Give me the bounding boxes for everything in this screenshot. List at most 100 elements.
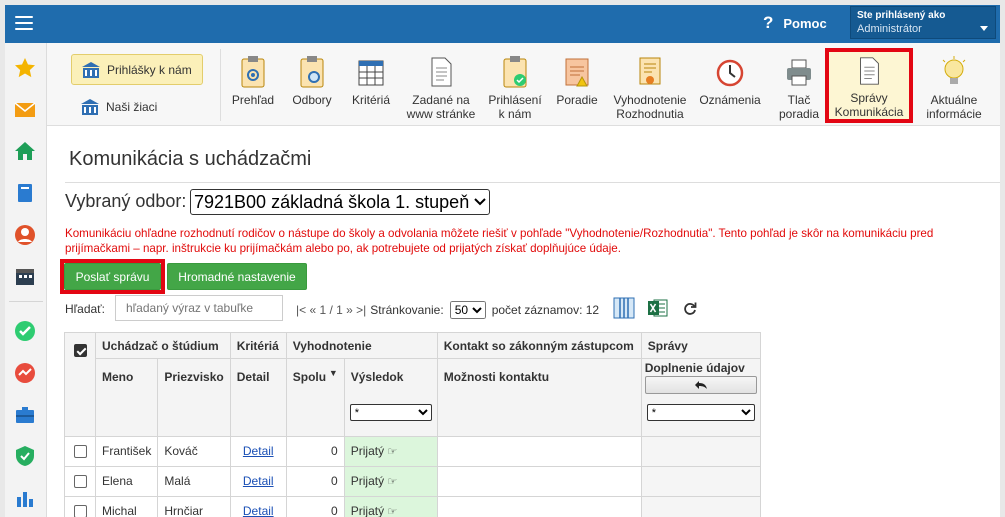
row-checkbox[interactable] (73, 475, 87, 489)
pagination: |< « 1 / 1 » >| Stránkovanie: 50 počet z… (296, 301, 599, 319)
user-icon[interactable] (13, 223, 37, 247)
branch-select[interactable]: 7921B00 základná škola 1. stupeň (190, 189, 490, 215)
menu-icon[interactable] (15, 16, 33, 30)
cell-detail: Detail (229, 435, 287, 467)
tool-branches[interactable]: Odbory (287, 47, 337, 123)
row-select-cell (64, 465, 96, 497)
check-circle-icon[interactable] (13, 319, 37, 343)
cell-completion (640, 435, 761, 467)
result-filter-cell: * (343, 394, 438, 437)
applications-label: Prihlášky k nám (107, 62, 192, 77)
pagination-label: Stránkovanie: (370, 303, 444, 317)
page-title: Komunikácia s uchádzačmi (69, 148, 312, 170)
tool-website[interactable]: Zadané na www stránke (402, 47, 480, 123)
column-header-result[interactable]: Výsledok (343, 358, 438, 394)
tool-current-info[interactable]: Aktuálne informácie (919, 47, 989, 123)
cell-result: Prijatý ☞ (343, 435, 438, 467)
certificate-icon (639, 57, 661, 85)
tool-label: Kritériá (351, 93, 390, 107)
reply-button[interactable] (644, 376, 757, 394)
cell-last-name: Kováč (157, 435, 231, 467)
cell-completion (640, 495, 761, 517)
bar-chart-icon[interactable] (13, 486, 37, 510)
cell-contact-options (436, 435, 642, 467)
column-header-first-name[interactable]: Meno (94, 358, 159, 394)
thumb-icon: ☞ (387, 476, 398, 488)
send-message-button[interactable]: Poslať správu (64, 263, 161, 290)
tool-print-ranking[interactable]: Tlač poradia (775, 47, 823, 123)
cell-detail: Detail (229, 495, 287, 517)
book-icon[interactable] (13, 181, 37, 205)
result-filter-select[interactable]: * (349, 404, 432, 421)
pager-controls[interactable]: |< « 1 / 1 » >| (296, 303, 366, 317)
cell-completion (640, 465, 761, 497)
row-select-cell (64, 495, 96, 517)
detail-link[interactable]: Detail (243, 504, 274, 517)
group-header-messages: Správy (640, 332, 761, 359)
excel-icon[interactable] (647, 297, 669, 319)
home-icon[interactable] (13, 139, 37, 163)
sidebar-divider (9, 301, 43, 302)
clock-icon (716, 59, 744, 87)
group-header-applicant: Uchádzač o štúdium (95, 332, 231, 359)
tool-messages-communication[interactable]: Správy Komunikácia (825, 48, 913, 123)
divider (65, 182, 1000, 183)
tool-label: Aktuálne informácie (926, 93, 982, 121)
result-text: Prijatý (350, 444, 385, 458)
briefcase-icon[interactable] (13, 403, 37, 427)
result-text: Prijatý (350, 474, 385, 488)
tool-registered[interactable]: Prihlásení k nám (486, 47, 544, 123)
top-bar: ? Pomoc Ste prihlásený ako Administrátor (5, 5, 1000, 43)
record-count: počet záznamov: 12 (491, 303, 600, 317)
branch-label: Vybraný odbor: (65, 191, 187, 211)
filter-cell (229, 394, 287, 437)
tool-overview[interactable]: Prehľad (228, 47, 278, 123)
filter-cell (436, 394, 642, 437)
page-size-select[interactable]: 50 (449, 301, 486, 319)
tool-label: Odbory (292, 93, 332, 107)
mail-icon[interactable] (13, 98, 37, 122)
help-icon: ? (763, 13, 774, 32)
completion-header-label: Doplnenie údajov (644, 361, 745, 375)
star-icon[interactable] (13, 56, 37, 80)
row-checkbox[interactable] (73, 445, 87, 459)
tool-evaluation[interactable]: Vyhodnotenie Rozhodnutia (610, 47, 690, 123)
lightbulb-icon (942, 56, 966, 84)
column-header-last-name[interactable]: Priezvisko (157, 358, 231, 394)
applications-button[interactable]: Prihlášky k nám (71, 54, 203, 85)
row-checkbox[interactable] (73, 505, 87, 517)
help-link[interactable]: ? Pomoc (763, 13, 827, 33)
applicants-table: Uchádzač o štúdium Kritériá Vyhodnotenie… (64, 332, 761, 517)
refresh-icon[interactable] (683, 301, 697, 315)
calendar-icon[interactable] (13, 264, 37, 288)
group-header-evaluation: Vyhodnotenie (285, 332, 438, 359)
cell-last-name: Hrnčiar (157, 495, 231, 517)
completion-filter-select[interactable]: * (646, 404, 755, 421)
tool-notifications[interactable]: Oznámenia (697, 47, 763, 123)
bulk-settings-button[interactable]: Hromadné nastavenie (167, 263, 307, 290)
tool-criteria[interactable]: Kritériá (346, 47, 396, 123)
tool-label: Prihlásení k nám (488, 93, 542, 121)
clipboard-search-icon (300, 56, 324, 88)
our-students-button[interactable]: Naši žiaci (79, 95, 157, 119)
cell-result: Prijatý ☞ (343, 465, 438, 497)
app-frame: ? Pomoc Ste prihlásený ako Administrátor… (0, 0, 1005, 517)
search-input[interactable] (115, 295, 283, 321)
group-header-criteria: Kritériá (229, 332, 287, 359)
tool-label: Tlač poradia (778, 93, 820, 121)
user-status-label: Ste prihlásený ako (857, 10, 946, 21)
shield-icon[interactable] (13, 444, 37, 468)
columns-icon[interactable] (613, 297, 635, 319)
chevron-down-icon (474, 198, 486, 206)
detail-link[interactable]: Detail (243, 474, 274, 488)
detail-link[interactable]: Detail (243, 444, 274, 458)
user-menu[interactable]: Ste prihlásený ako Administrátor (850, 6, 996, 39)
select-all-checkbox[interactable] (73, 344, 87, 358)
column-header-total[interactable]: Spolu ▼ (285, 358, 345, 394)
tool-ranking[interactable]: Poradie (552, 47, 602, 123)
main-content: Komunikácia s uchádzačmi Vybraný odbor: … (47, 127, 1000, 517)
table-row: Elena Malá Detail 0 Prijatý ☞ (64, 465, 761, 497)
completion-filter-cell: * (640, 394, 761, 437)
trend-icon[interactable] (13, 361, 37, 385)
cell-total: 0 (285, 495, 345, 517)
